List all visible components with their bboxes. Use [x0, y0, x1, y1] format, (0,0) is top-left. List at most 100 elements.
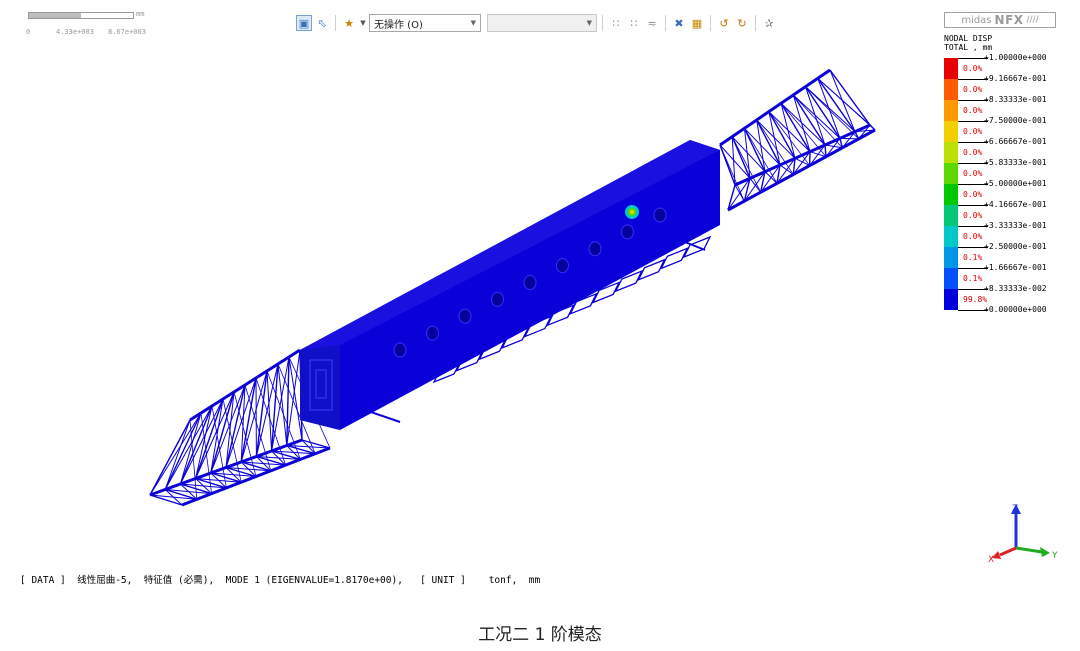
right-truss-diagonal: [719, 144, 751, 179]
girder-opening: [458, 308, 472, 324]
legend-value: +1.66667e-001: [984, 263, 1047, 272]
legend-title: NODAL DISP: [944, 34, 993, 43]
scale-bar: mm 0 4.33e+003 8.67e+003: [26, 10, 176, 40]
girder-opening: [653, 207, 667, 223]
legend-color-band: [944, 268, 958, 289]
girder-opening: [523, 275, 537, 290]
y-axis: [1015, 546, 1043, 554]
legend-color-band: [944, 58, 958, 79]
view-toolbar: ▣ ⬁ ★ ▼ 无操作 (O) ▼ ▼ ∷ ∷ ≂ ✖ ▦ ↺ ↻ ✰: [296, 12, 777, 34]
legend-color-band: [944, 289, 958, 310]
legend-value: +7.50000e-001: [984, 116, 1047, 125]
select-pointer-icon[interactable]: ⬁: [314, 15, 330, 31]
cross-pick-icon[interactable]: ✖: [671, 15, 687, 31]
girder-horizontal-line: [339, 194, 721, 397]
left-truss-diagonal: [164, 405, 213, 490]
legend-value: +3.33333e-001: [984, 221, 1047, 230]
node-filter-icon[interactable]: ∷: [626, 15, 642, 31]
rotate-left-icon[interactable]: ↺: [716, 15, 732, 31]
legend-percent: 0.1%: [963, 253, 983, 262]
legend-percent: 0.0%: [963, 232, 983, 241]
legend-percent: 99.8%: [963, 295, 988, 304]
fem-model-view[interactable]: [0, 0, 1080, 651]
midas-nfx-logo: midas NFX ////: [944, 12, 1056, 28]
select-box-icon[interactable]: ▣: [296, 15, 312, 31]
display-toggle-icon[interactable]: ▦: [689, 15, 705, 31]
x-axis: [999, 546, 1017, 557]
legend-value: +6.66667e-001: [984, 137, 1047, 146]
right-truss-vertical: [804, 86, 841, 139]
legend-color-band: [944, 163, 958, 184]
girder-opening: [393, 342, 407, 358]
toolbar-separator: [602, 15, 603, 31]
toolbar-separator: [335, 15, 336, 31]
status-line: [ DATA ] 线性屈曲-5, 特征值 (必需), MODE 1 (EIGEN…: [20, 575, 541, 586]
x-axis-label: X: [988, 555, 994, 565]
right-truss-floor-beam: [824, 144, 827, 157]
outrigger-left: [364, 409, 401, 423]
outrigger-right: [679, 239, 706, 251]
legend-percent: 0.0%: [963, 106, 983, 115]
legend-percent: 0.0%: [963, 127, 983, 136]
filter-icon[interactable]: ∷: [608, 15, 624, 31]
model-viewport[interactable]: [0, 0, 1080, 651]
right-truss-web-diagonal: [817, 78, 876, 131]
girder-opening: [621, 224, 634, 240]
chevron-down-icon[interactable]: ▼: [359, 15, 367, 31]
chevron-down-icon: ▼: [586, 19, 592, 27]
right-truss-floor-beam: [869, 124, 876, 131]
girder-opening: [491, 291, 504, 307]
legend-value: +4.16667e-001: [984, 200, 1047, 209]
right-truss-bottom-chord-2: [727, 128, 876, 212]
rotate-right-icon[interactable]: ↻: [734, 15, 750, 31]
left-truss-diagonal: [149, 412, 202, 496]
right-truss-bottom-chord: [734, 123, 871, 187]
legend-percent: 0.0%: [963, 85, 983, 94]
legend-value: +8.33333e-001: [984, 95, 1047, 104]
legend-color-band: [944, 79, 958, 100]
legend-value: +5.00000e+001: [984, 179, 1047, 188]
contour-legend: NODAL DISP TOTAL , mm 0.0% 0.0% 0.0% 0.0% 0.…: [944, 34, 1074, 314]
girder-opening: [426, 325, 439, 341]
girder-opening: [588, 241, 602, 257]
legend-percent: 0.0%: [963, 148, 983, 157]
box-girder-body: [300, 140, 720, 430]
secondary-select[interactable]: ▼: [487, 14, 597, 32]
legend-value: +9.16667e-001: [984, 74, 1047, 83]
legend-percent: 0.0%: [963, 169, 983, 178]
legend-value: +0.00000e+000: [984, 305, 1047, 314]
legend-percent: 0.0%: [963, 64, 983, 73]
legend-percent: 0.1%: [963, 274, 983, 283]
girder-opening: [556, 258, 569, 274]
chevron-down-icon: ▼: [470, 19, 476, 27]
legend-value: +1.00000e+000: [984, 53, 1047, 62]
legend-color-band: [944, 205, 958, 226]
hotspot-core: [630, 210, 634, 214]
box-girder-end-face: [300, 345, 340, 430]
pin-icon[interactable]: ✰: [761, 15, 777, 31]
legend-color-band: [944, 184, 958, 205]
toolbar-separator: [710, 15, 711, 31]
operation-select-value: 无操作 (O): [374, 19, 423, 31]
scale-tick-1: 4.33e+003: [56, 28, 94, 36]
scale-tick-0: 0: [26, 28, 31, 36]
left-truss-diagonal: [266, 370, 273, 452]
logo-stripes-icon: ////: [1026, 15, 1039, 25]
toolbar-separator: [665, 15, 666, 31]
coordinate-axis-triad: Z X Y: [988, 504, 1058, 565]
pick-dropdown-icon[interactable]: ★: [341, 15, 357, 31]
legend-percent: 0.0%: [963, 211, 983, 220]
element-filter-icon[interactable]: ≂: [644, 15, 660, 31]
legend-value: +5.83333e-001: [984, 158, 1047, 167]
z-axis-label: Z: [1012, 504, 1018, 514]
scale-tick-2: 8.67e+003: [108, 28, 146, 36]
operation-select[interactable]: 无操作 (O) ▼: [369, 14, 481, 32]
logo-product: NFX: [994, 13, 1024, 27]
legend-value: +8.33333e-002: [984, 284, 1047, 293]
toolbar-separator: [755, 15, 756, 31]
y-arrow: [1040, 547, 1050, 557]
scale-bar-unit: mm: [136, 10, 145, 18]
legend-value: +2.50000e-001: [984, 242, 1047, 251]
logo-brand: midas: [961, 14, 992, 26]
legend-color-band: [944, 226, 958, 247]
